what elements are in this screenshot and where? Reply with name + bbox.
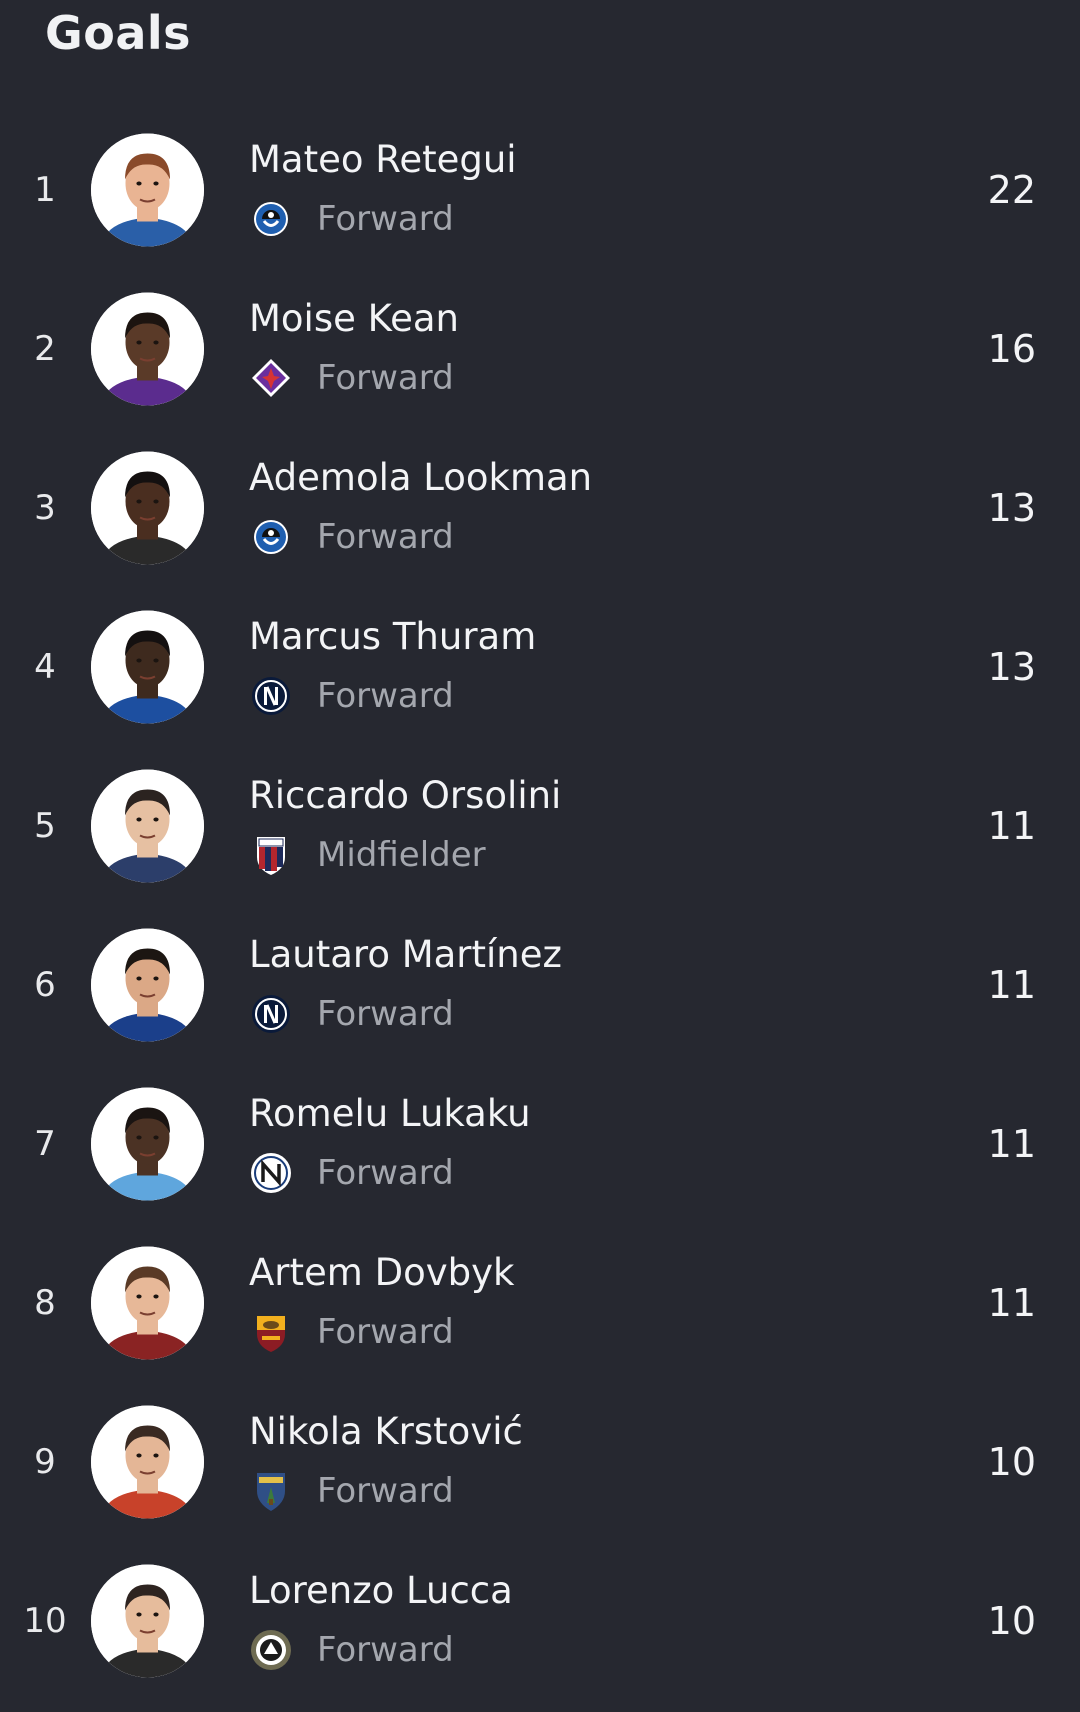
- rank-number: 5: [34, 805, 56, 846]
- player-position: Forward: [317, 358, 454, 398]
- goals-count: 11: [987, 1280, 1036, 1325]
- player-row[interactable]: 9 Nikola Krstović Forward 10: [0, 1382, 1080, 1541]
- rank-number: 1: [34, 169, 56, 210]
- player-meta: Midfielder: [249, 832, 486, 878]
- player-position: Forward: [317, 676, 454, 716]
- rank-number: 4: [34, 646, 56, 687]
- atalanta-crest-icon[interactable]: [249, 515, 293, 559]
- player-list: 1 Mateo Retegui Forward 22 2 Moise Kean Forwar…: [0, 110, 1080, 1700]
- udinese-crest-icon[interactable]: [249, 1628, 293, 1672]
- player-row[interactable]: 4 Marcus Thuram Forward 13: [0, 587, 1080, 746]
- player-name[interactable]: Lorenzo Lucca: [249, 1569, 513, 1612]
- player-row[interactable]: 10 Lorenzo Lucca Forward 10: [0, 1541, 1080, 1700]
- player-position: Forward: [317, 1471, 454, 1511]
- rank-number: 8: [34, 1282, 56, 1323]
- player-row[interactable]: 3 Ademola Lookman Forward 13: [0, 428, 1080, 587]
- player-name[interactable]: Nikola Krstović: [249, 1410, 523, 1453]
- goals-count: 13: [987, 485, 1036, 530]
- player-position: Forward: [317, 199, 454, 239]
- napoli-crest-icon[interactable]: [249, 1151, 293, 1195]
- rank-number: 3: [34, 487, 56, 528]
- player-row[interactable]: 6 Lautaro Martínez Forward 11: [0, 905, 1080, 1064]
- player-name[interactable]: Lautaro Martínez: [249, 933, 562, 976]
- player-avatar: [91, 610, 204, 723]
- goals-count: 16: [987, 326, 1036, 371]
- player-avatar: [91, 451, 204, 564]
- player-position: Midfielder: [317, 835, 486, 875]
- rank-number: 2: [34, 328, 56, 369]
- roma-crest-icon[interactable]: [249, 1310, 293, 1354]
- player-avatar: [91, 769, 204, 882]
- rank-number: 6: [34, 964, 56, 1005]
- player-name[interactable]: Ademola Lookman: [249, 456, 592, 499]
- player-avatar: [91, 1405, 204, 1518]
- player-avatar: [91, 1087, 204, 1200]
- player-avatar: [91, 1564, 204, 1677]
- rank-number: 7: [34, 1123, 56, 1164]
- goals-count: 10: [987, 1439, 1036, 1484]
- atalanta-crest-icon[interactable]: [249, 197, 293, 241]
- player-name[interactable]: Riccardo Orsolini: [249, 774, 561, 817]
- player-meta: Forward: [249, 196, 454, 242]
- goals-count: 13: [987, 644, 1036, 689]
- player-meta: Forward: [249, 355, 454, 401]
- player-name[interactable]: Moise Kean: [249, 297, 459, 340]
- fiorentina-crest-icon[interactable]: [249, 356, 293, 400]
- player-row[interactable]: 7 Romelu Lukaku Forward 11: [0, 1064, 1080, 1223]
- goals-count: 10: [987, 1598, 1036, 1643]
- player-meta: Forward: [249, 1627, 454, 1673]
- player-meta: Forward: [249, 1309, 454, 1355]
- player-avatar: [91, 928, 204, 1041]
- player-row[interactable]: 8 Artem Dovbyk Forward 11: [0, 1223, 1080, 1382]
- goals-count: 11: [987, 803, 1036, 848]
- player-position: Forward: [317, 994, 454, 1034]
- rank-number: 9: [34, 1441, 56, 1482]
- goals-count: 11: [987, 962, 1036, 1007]
- lecce-crest-icon[interactable]: [249, 1469, 293, 1513]
- goals-count: 11: [987, 1121, 1036, 1166]
- rank-number: 10: [23, 1600, 67, 1641]
- player-name[interactable]: Artem Dovbyk: [249, 1251, 514, 1294]
- player-position: Forward: [317, 1312, 454, 1352]
- player-meta: Forward: [249, 1150, 454, 1196]
- player-meta: Forward: [249, 991, 454, 1037]
- player-name[interactable]: Mateo Retegui: [249, 138, 517, 181]
- player-row[interactable]: 1 Mateo Retegui Forward 22: [0, 110, 1080, 269]
- page-title: Goals: [45, 6, 192, 60]
- player-meta: Forward: [249, 673, 454, 719]
- goals-count: 22: [987, 167, 1036, 212]
- player-row[interactable]: 5 Riccardo Orsolini Midfielder 11: [0, 746, 1080, 905]
- player-avatar: [91, 292, 204, 405]
- player-avatar: [91, 1246, 204, 1359]
- player-meta: Forward: [249, 1468, 454, 1514]
- player-row[interactable]: 2 Moise Kean Forward 16: [0, 269, 1080, 428]
- player-position: Forward: [317, 1153, 454, 1193]
- inter-crest-icon[interactable]: [249, 674, 293, 718]
- player-position: Forward: [317, 517, 454, 557]
- bologna-crest-icon[interactable]: [249, 833, 293, 877]
- player-name[interactable]: Romelu Lukaku: [249, 1092, 531, 1135]
- player-avatar: [91, 133, 204, 246]
- player-name[interactable]: Marcus Thuram: [249, 615, 536, 658]
- inter-crest-icon[interactable]: [249, 992, 293, 1036]
- player-meta: Forward: [249, 514, 454, 560]
- player-position: Forward: [317, 1630, 454, 1670]
